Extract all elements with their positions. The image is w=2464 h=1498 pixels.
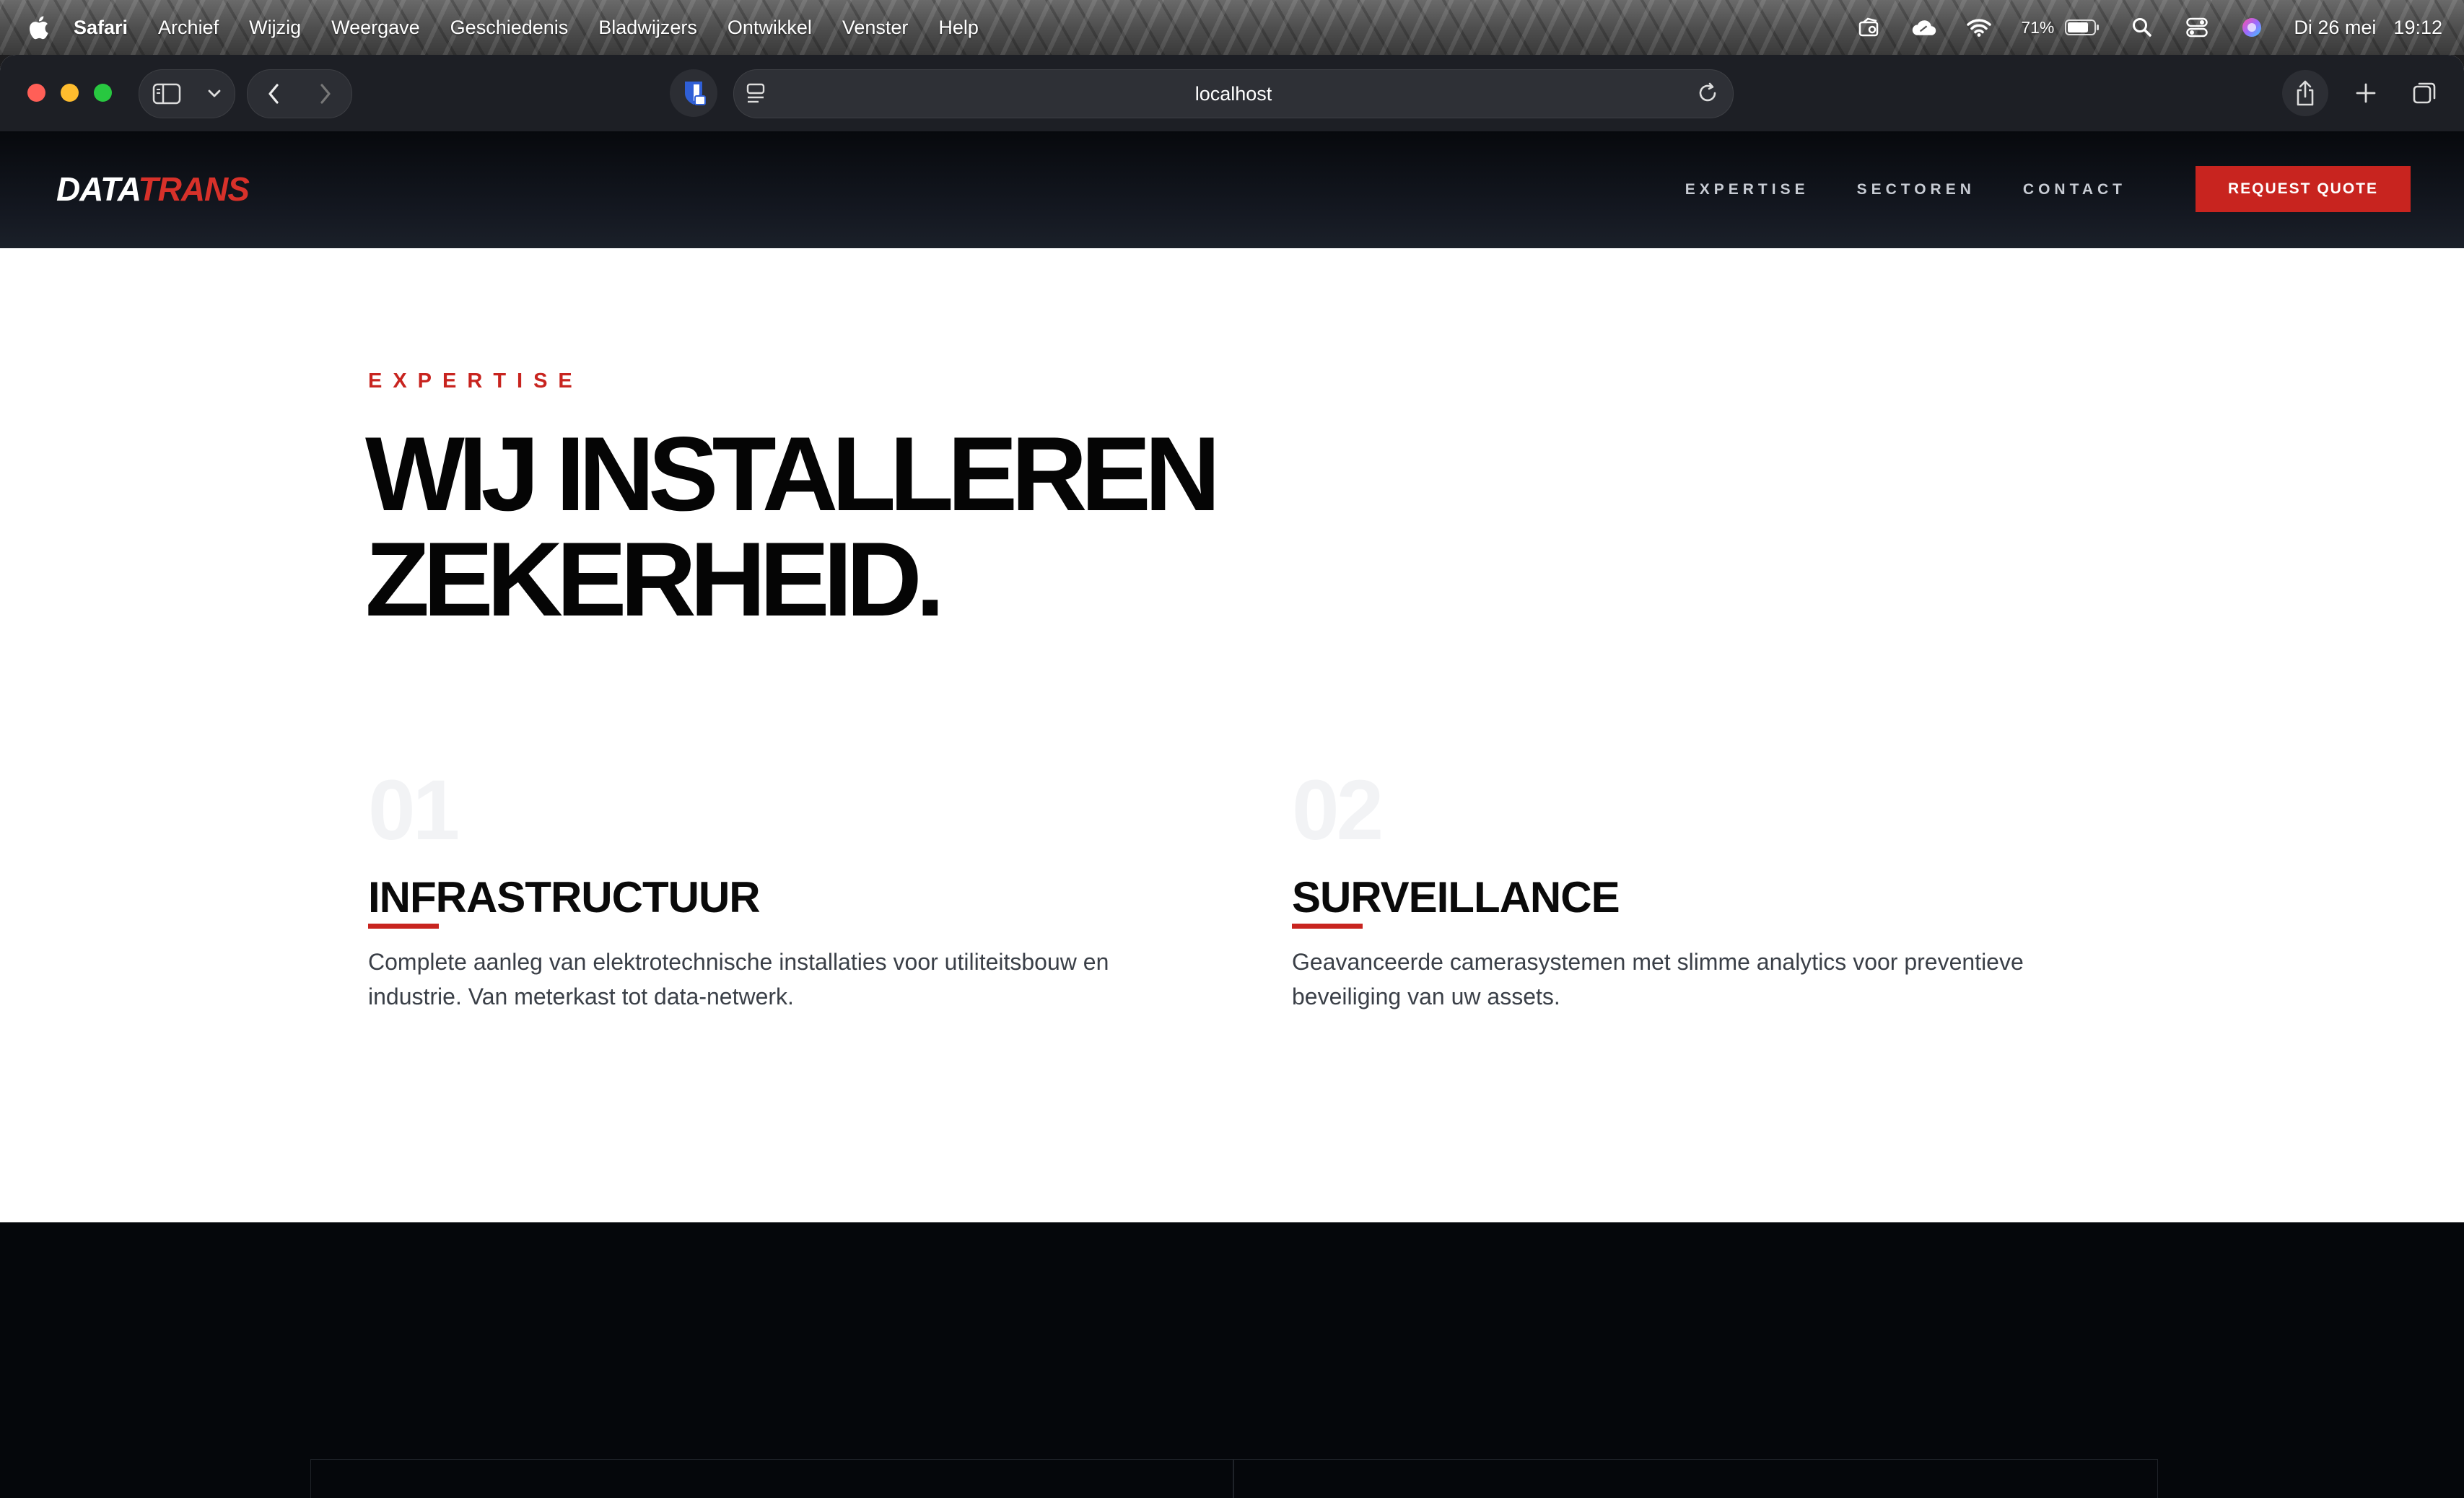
- menu-wijzig[interactable]: Wijzig: [249, 17, 301, 39]
- card-title: INFRASTRUCTUUR: [368, 873, 761, 921]
- tab-group-chevron-down-icon[interactable]: [200, 72, 229, 115]
- bitwarden-extension-icon[interactable]: [670, 69, 717, 117]
- reload-icon[interactable]: [1695, 81, 1720, 109]
- menu-ontwikkel[interactable]: Ontwikkel: [728, 17, 812, 39]
- request-quote-button[interactable]: REQUEST QUOTE: [2196, 166, 2411, 212]
- spotlight-search-icon[interactable]: [2129, 14, 2155, 40]
- new-tab-button[interactable]: [2344, 71, 2387, 115]
- menu-app-name[interactable]: Safari: [74, 17, 128, 39]
- site-navigation: EXPERTISE SECTOREN CONTACT: [1685, 131, 2126, 248]
- toolbar-right-group: [2282, 69, 2447, 117]
- logo-part-data: DATA: [56, 170, 139, 208]
- card-accent-underline: [1292, 924, 1363, 929]
- wifi-icon[interactable]: [1966, 14, 1992, 40]
- nav-link-sectoren[interactable]: SECTOREN: [1857, 181, 1975, 198]
- nav-link-expertise[interactable]: EXPERTISE: [1685, 181, 1809, 198]
- sidebar-toggle-group: [139, 69, 235, 118]
- menubar-time[interactable]: 19:12: [2393, 17, 2442, 39]
- card-description: Complete aanleg van elektrotechnische in…: [368, 949, 1109, 1009]
- address-bar[interactable]: localhost: [733, 69, 1734, 118]
- datatrans-logo[interactable]: DATATRANS: [56, 166, 250, 212]
- back-button[interactable]: [252, 72, 295, 115]
- cloud-sync-icon[interactable]: [1911, 14, 1937, 40]
- dark-card: [310, 1459, 1234, 1498]
- share-button[interactable]: [2282, 70, 2328, 116]
- navigation-group: [247, 69, 352, 118]
- macos-menu-bar: Safari Archief Wijzig Weergave Geschiede…: [0, 0, 2464, 55]
- forward-button[interactable]: [304, 72, 347, 115]
- headline-line-1: WIJ INSTALLEREN: [365, 415, 1220, 533]
- card-description: Geavanceerde camerasystemen met slimme a…: [1292, 949, 2024, 1009]
- dark-card: [1233, 1459, 2158, 1498]
- menu-venster[interactable]: Venster: [842, 17, 909, 39]
- browser-toolbar: localhost: [0, 55, 2464, 131]
- kerberos-ticket-icon[interactable]: [1856, 14, 1882, 40]
- logo-part-trans: TRANS: [138, 170, 250, 208]
- battery-percentage: 71%: [2021, 17, 2055, 37]
- minimize-window-button[interactable]: [61, 84, 79, 102]
- section-eyebrow: EXPERTISE: [368, 369, 583, 393]
- apple-logo-icon[interactable]: [27, 14, 49, 40]
- control-center-icon[interactable]: [2184, 14, 2210, 40]
- menu-geschiedenis[interactable]: Geschiedenis: [450, 17, 569, 39]
- card-accent-underline: [368, 924, 439, 929]
- expertise-section: EXPERTISE WIJ INSTALLEREN ZEKERHEID. 01 …: [0, 248, 2464, 1222]
- battery-icon[interactable]: [2064, 14, 2100, 40]
- card-number: 02: [1292, 763, 1384, 858]
- section-headline: WIJ INSTALLEREN ZEKERHEID.: [365, 415, 1220, 638]
- menu-archief[interactable]: Archief: [158, 17, 219, 39]
- service-card-infrastructuur: 01 INFRASTRUCTUUR Complete aanleg van el…: [368, 768, 1191, 1014]
- tab-overview-button[interactable]: [2403, 71, 2447, 115]
- menu-weergave[interactable]: Weergave: [331, 17, 420, 39]
- siri-icon[interactable]: [2239, 14, 2265, 40]
- dark-section: [0, 1222, 2464, 1498]
- menu-bladwijzers[interactable]: Bladwijzers: [598, 17, 697, 39]
- sidebar-toggle-button[interactable]: [145, 72, 188, 115]
- fullscreen-window-button[interactable]: [94, 84, 112, 102]
- close-window-button[interactable]: [27, 84, 45, 102]
- nav-link-contact[interactable]: CONTACT: [2023, 181, 2126, 198]
- service-card-surveillance: 02 SURVEILLANCE Geavanceerde camerasyste…: [1292, 768, 2115, 1014]
- site-header: DATATRANS EXPERTISE SECTOREN CONTACT REQ…: [0, 131, 2464, 248]
- headline-line-2: ZEKERHEID.: [365, 520, 945, 638]
- url-text: localhost: [1194, 83, 1272, 105]
- menu-help[interactable]: Help: [938, 17, 979, 39]
- menubar-date[interactable]: Di 26 mei: [2294, 17, 2376, 39]
- card-number: 01: [368, 763, 460, 858]
- card-title: SURVEILLANCE: [1292, 873, 1620, 921]
- safari-window: localhost DATATRANS EXPERTISE SECTOREN C…: [0, 55, 2464, 1498]
